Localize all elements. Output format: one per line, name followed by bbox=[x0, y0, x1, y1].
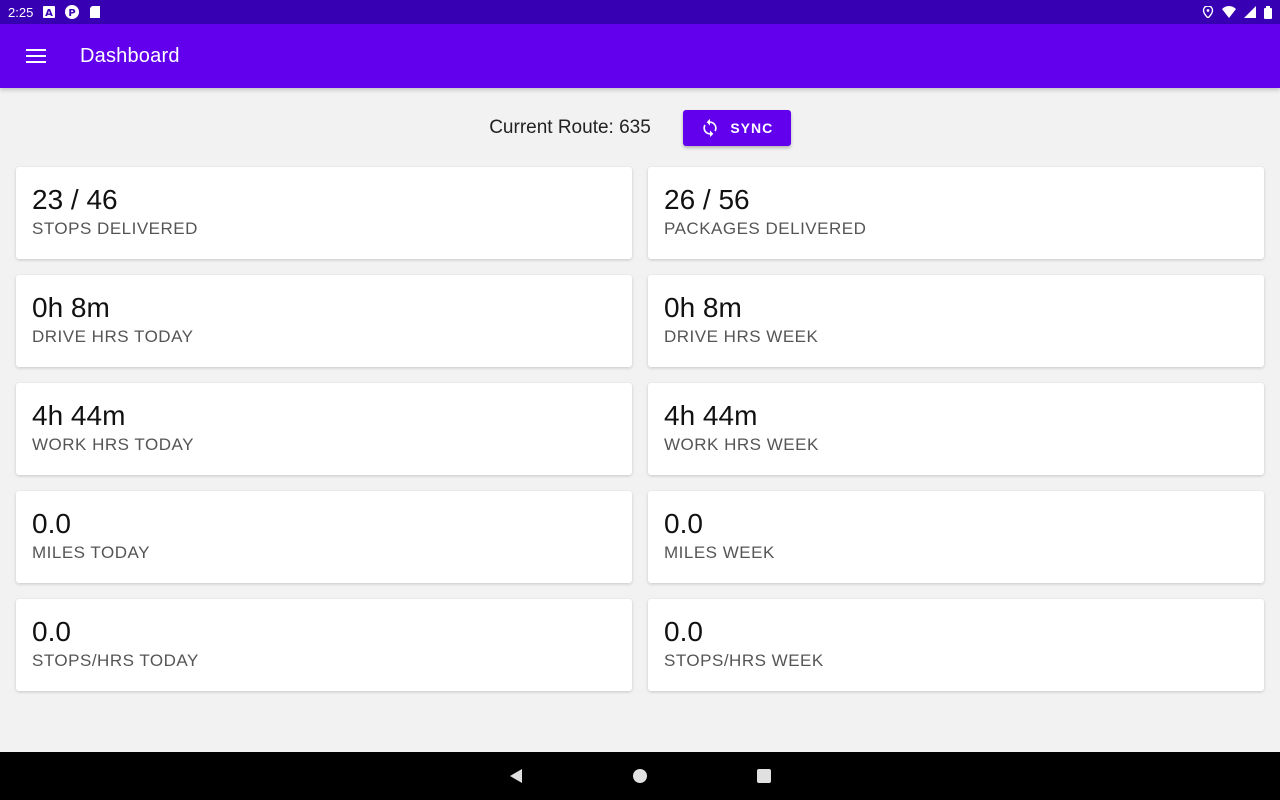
stat-label: PACKAGES DELIVERED bbox=[664, 219, 867, 238]
recents-button[interactable] bbox=[752, 764, 776, 788]
page-title: Dashboard bbox=[80, 44, 180, 67]
stat-card-packages-delivered: 26 / 56 PACKAGES DELIVERED bbox=[648, 167, 1264, 259]
stat-label: MILES TODAY bbox=[32, 543, 150, 562]
stat-card-work-hrs-week: 4h 44m WORK HRS WEEK bbox=[648, 383, 1264, 475]
sync-label: SYNC bbox=[730, 120, 774, 136]
sync-icon bbox=[703, 118, 718, 138]
home-icon bbox=[633, 769, 647, 783]
home-button[interactable] bbox=[628, 764, 652, 788]
svg-text:A: A bbox=[45, 8, 53, 18]
sd-card-icon bbox=[90, 6, 101, 18]
stat-label: WORK HRS TODAY bbox=[32, 435, 194, 454]
stat-card-stops-per-hr-today: 0.0 STOPS/HRS TODAY bbox=[16, 599, 632, 691]
stat-value: 0.0 bbox=[664, 616, 703, 647]
stat-value: 0.0 bbox=[32, 616, 71, 647]
wifi-icon bbox=[1222, 6, 1236, 18]
stat-label: STOPS/HRS TODAY bbox=[32, 651, 199, 670]
back-button[interactable] bbox=[504, 764, 528, 788]
stat-card-drive-hrs-today: 0h 8m DRIVE HRS TODAY bbox=[16, 275, 632, 367]
stat-label: MILES WEEK bbox=[664, 543, 775, 562]
hamburger-menu-icon[interactable] bbox=[24, 44, 48, 68]
status-time: 2:25 bbox=[8, 4, 34, 20]
stat-label: STOPS/HRS WEEK bbox=[664, 651, 824, 670]
stat-label: STOPS DELIVERED bbox=[32, 219, 198, 238]
stat-value: 4h 44m bbox=[32, 400, 126, 431]
stat-value: 0.0 bbox=[664, 508, 703, 539]
status-bar: 2:25 A P bbox=[0, 0, 1280, 24]
stat-value: 23 / 46 bbox=[32, 184, 118, 215]
stat-value: 0h 8m bbox=[32, 292, 110, 323]
stat-value: 0h 8m bbox=[664, 292, 742, 323]
stat-label: WORK HRS WEEK bbox=[664, 435, 819, 454]
stat-card-drive-hrs-week: 0h 8m DRIVE HRS WEEK bbox=[648, 275, 1264, 367]
stats-grid: 23 / 46 STOPS DELIVERED 26 / 56 PACKAGES… bbox=[16, 167, 1264, 691]
svg-text:P: P bbox=[69, 8, 76, 19]
stat-card-stops-delivered: 23 / 46 STOPS DELIVERED bbox=[16, 167, 632, 259]
route-row: Current Route: 635 SYNC bbox=[0, 110, 1280, 146]
stat-label: DRIVE HRS WEEK bbox=[664, 327, 819, 346]
stat-value: 0.0 bbox=[32, 508, 71, 539]
stat-card-stops-per-hr-week: 0.0 STOPS/HRS WEEK bbox=[648, 599, 1264, 691]
app-bar: Dashboard bbox=[0, 24, 1280, 88]
recents-icon bbox=[757, 769, 771, 783]
stat-card-miles-week: 0.0 MILES WEEK bbox=[648, 491, 1264, 583]
sync-button[interactable]: SYNC bbox=[682, 110, 791, 146]
p-notification-icon: P bbox=[65, 5, 80, 19]
signal-icon bbox=[1244, 6, 1256, 18]
a-notification-icon: A bbox=[43, 6, 56, 18]
stat-label: DRIVE HRS TODAY bbox=[32, 327, 194, 346]
system-nav-bar bbox=[0, 752, 1280, 800]
stat-value: 4h 44m bbox=[664, 400, 758, 431]
stat-card-miles-today: 0.0 MILES TODAY bbox=[16, 491, 632, 583]
current-route-text: Current Route: 635 bbox=[489, 117, 651, 138]
stat-card-work-hrs-today: 4h 44m WORK HRS TODAY bbox=[16, 383, 632, 475]
stat-value: 26 / 56 bbox=[664, 184, 750, 215]
back-icon bbox=[510, 769, 522, 783]
battery-icon bbox=[1264, 5, 1272, 19]
location-icon bbox=[1202, 6, 1214, 18]
